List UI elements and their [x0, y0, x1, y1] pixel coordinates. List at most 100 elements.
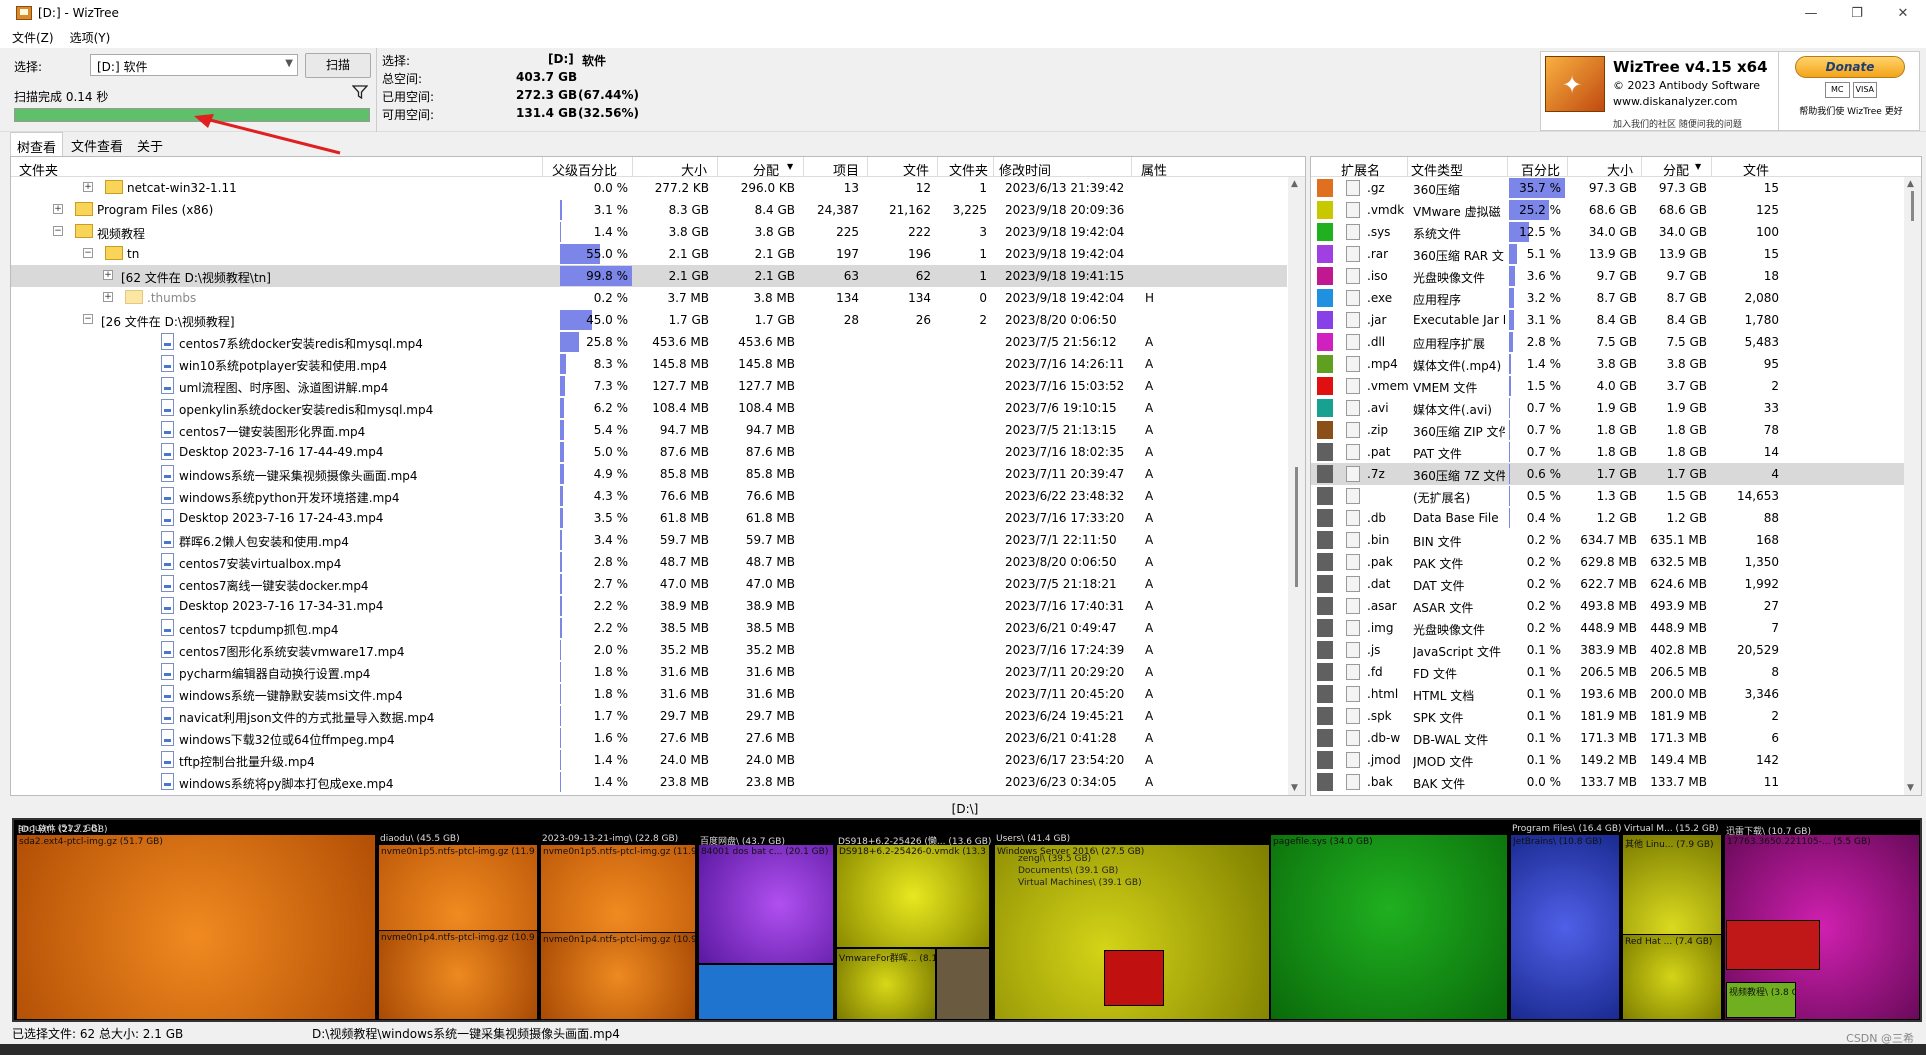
ext-row[interactable]: .mp4 媒体文件(.mp4) 1.4 % 3.8 GB 3.8 GB 95 [1311, 353, 1905, 375]
ext-scrollbar[interactable]: ▲ ▼ [1904, 177, 1921, 795]
scroll-down-icon[interactable]: ▼ [1291, 783, 1298, 793]
ext-row[interactable]: .html HTML 文档 0.1 % 193.6 MB 200.0 MB 3,346 [1311, 683, 1905, 705]
maximize-button[interactable]: ❐ [1834, 0, 1880, 26]
expand-toggle-icon[interactable]: + [83, 182, 93, 192]
tree-row[interactable]: centos7 tcpdump抓包.mp4 2.2 % 38.5 MB 38.5 MB… [11, 617, 1287, 639]
minimize-button[interactable]: — [1788, 0, 1834, 26]
treemap-block[interactable] [698, 964, 834, 1020]
ext-row[interactable]: .db-w DB-WAL 文件 0.1 % 171.3 MB 171.3 MB 6 [1311, 727, 1905, 749]
ext-row[interactable]: .exe 应用程序 3.2 % 8.7 GB 8.7 GB 2,080 [1311, 287, 1905, 309]
tree-row[interactable]: windows下载32位或64位ffmpeg.mp4 1.6 % 27.6 MB 27… [11, 727, 1287, 749]
tree-row[interactable]: Desktop 2023-7-16 17-44-49.mp4 5.0 % 87.6 … [11, 441, 1287, 463]
ext-row[interactable]: .asar ASAR 文件 0.2 % 493.8 MB 493.9 MB 27 [1311, 595, 1905, 617]
treemap-block[interactable] [936, 948, 990, 1020]
tree-row[interactable]: 群晖6.2懒人包安装和使用.mp4 3.4 % 59.7 MB 59.7 MB 2023… [11, 529, 1287, 551]
treemap-block[interactable]: pagefile.sys (34.0 GB) [1270, 834, 1508, 1020]
tree-row[interactable]: windows系统一键静默安装msi文件.mp4 1.8 % 31.6 MB 31.6… [11, 683, 1287, 705]
ext-row[interactable]: .zip 360压缩 ZIP 文件 0.7 % 1.8 GB 1.8 GB 78 [1311, 419, 1905, 441]
menu-file[interactable]: 文件(Z) [12, 29, 54, 46]
ext-row[interactable]: .pak PAK 文件 0.2 % 629.8 MB 632.5 MB 1,350 [1311, 551, 1905, 573]
tab-about[interactable]: 关于 [131, 132, 169, 156]
tree-row[interactable]: windows系统将py脚本打包成exe.mp4 1.4 % 23.8 MB 23.8… [11, 771, 1287, 793]
donate-button[interactable]: Donate [1795, 56, 1905, 78]
brand-url[interactable]: www.diskanalyzer.com [1613, 95, 1738, 108]
tree-row[interactable]: tftp控制台批量升级.mp4 1.4 % 24.0 MB 24.0 MB 2023/6… [11, 749, 1287, 771]
ext-row[interactable]: .pat PAT 文件 0.7 % 1.8 GB 1.8 GB 14 [1311, 441, 1905, 463]
tree-row[interactable]: pycharm编辑器自动换行设置.mp4 1.8 % 31.6 MB 31.6 MB 2… [11, 661, 1287, 683]
expand-toggle-icon[interactable]: − [83, 248, 93, 258]
treemap-block[interactable]: sda2.ext4-ptcl-img.gz (51.7 GB) [16, 834, 376, 1020]
tab-file-view[interactable]: 文件查看 [65, 132, 129, 156]
tree-row[interactable]: centos7离线一键安装docker.mp4 2.7 % 47.0 MB 47.0 … [11, 573, 1287, 595]
ext-row[interactable]: .7z 360压缩 7Z 文件 0.6 % 1.7 GB 1.7 GB 4 [1311, 463, 1905, 485]
ext-row[interactable]: .bak BAK 文件 0.0 % 133.7 MB 133.7 MB 11 [1311, 771, 1905, 793]
tree-row[interactable]: + .thumbs 0.2 % 3.7 MB 3.8 MB 134 134 0 2023/9/1… [11, 287, 1287, 309]
ext-row[interactable]: .db Data Base File 0.4 % 1.2 GB 1.2 GB 88 [1311, 507, 1905, 529]
tree-row[interactable]: uml流程图、时序图、泳道图讲解.mp4 7.3 % 127.7 MB 127.7 M… [11, 375, 1287, 397]
expand-toggle-icon[interactable]: + [103, 292, 113, 302]
tree-row[interactable]: + Program Files (x86) 3.1 % 8.3 GB 8.4 GB 24,… [11, 199, 1287, 221]
ext-row[interactable]: .avi 媒体文件(.avi) 0.7 % 1.9 GB 1.9 GB 33 [1311, 397, 1905, 419]
ext-row[interactable]: .jmod JMOD 文件 0.1 % 149.2 MB 149.4 MB 142 [1311, 749, 1905, 771]
tree-row[interactable]: Desktop 2023-7-16 17-24-43.mp4 3.5 % 61.8 … [11, 507, 1287, 529]
treemap-block[interactable] [1104, 950, 1164, 1006]
treemap-block[interactable]: nvme0n1p4.ntfs-ptcl-img.gz (10.9 GB) [540, 932, 696, 1020]
tree-row[interactable]: centos7图形化系统安装vmware17.mp4 2.0 % 35.2 MB 35… [11, 639, 1287, 661]
tree-row[interactable]: win10系统potplayer安装和使用.mp4 8.3 % 145.8 MB 14… [11, 353, 1287, 375]
scroll-up-icon[interactable]: ▲ [1907, 179, 1914, 189]
expand-toggle-icon[interactable]: + [103, 270, 113, 280]
tree-row[interactable]: centos7一键安装图形化界面.mp4 5.4 % 94.7 MB 94.7 MB 2… [11, 419, 1287, 441]
treemap-block[interactable]: Red Hat ... (7.4 GB) [1622, 934, 1722, 1020]
ext-row[interactable]: .fd FD 文件 0.1 % 206.5 MB 206.5 MB 8 [1311, 661, 1905, 683]
tree-scrollbar[interactable]: ▲ ▼ [1288, 177, 1305, 795]
ext-row[interactable]: .img 光盘映像文件 0.2 % 448.9 MB 448.9 MB 7 [1311, 617, 1905, 639]
ext-row[interactable]: .gz 360压缩 35.7 % 97.3 GB 97.3 GB 15 [1311, 177, 1905, 199]
ext-row[interactable]: .vmdk VMware 虚拟磁 25.2 % 68.6 GB 68.6 GB 125 [1311, 199, 1905, 221]
tree-scroll-thumb[interactable] [1295, 467, 1298, 587]
ext-row[interactable]: .dat DAT 文件 0.2 % 622.7 MB 624.6 MB 1,992 [1311, 573, 1905, 595]
ext-scroll-thumb[interactable] [1911, 191, 1914, 221]
tree-row[interactable]: Desktop 2023-7-16 17-34-31.mp4 2.2 % 38.9 … [11, 595, 1287, 617]
tree-row[interactable]: centos7安装virtualbox.mp4 2.8 % 48.7 MB 48.7 … [11, 551, 1287, 573]
ext-row[interactable]: .sys 系统文件 12.5 % 34.0 GB 34.0 GB 100 [1311, 221, 1905, 243]
treemap-block[interactable]: 视频教程\ (3.8 GB) [1726, 982, 1796, 1018]
scan-button[interactable]: 扫描 [305, 53, 371, 78]
tree-row[interactable]: navicat利用json文件的方式批量导入数据.mp4 1.7 % 29.7 MB… [11, 705, 1287, 727]
tree-row[interactable]: + [62 文件在 D:\视频教程\tn] 99.8 % 2.1 GB 2.1 GB 63… [11, 265, 1287, 287]
ext-row[interactable]: .bin BIN 文件 0.2 % 634.7 MB 635.1 MB 168 [1311, 529, 1905, 551]
treemap-block[interactable]: DS918+6.2-25426-0.vmdk (13.3 GB) [836, 844, 990, 948]
tree-row[interactable]: centos7系统docker安装redis和mysql.mp4 25.8 % 45… [11, 331, 1287, 353]
scroll-up-icon[interactable]: ▲ [1291, 179, 1298, 189]
ext-row[interactable]: .dll 应用程序扩展 2.8 % 7.5 GB 7.5 GB 5,483 [1311, 331, 1905, 353]
treemap-block[interactable]: nvme0n1p4.ntfs-ptcl-img.gz (10.9 GB) [378, 930, 538, 1020]
ext-row[interactable]: .vmem VMEM 文件 1.5 % 4.0 GB 3.7 GB 2 [1311, 375, 1905, 397]
treemap-block[interactable]: JetBrains\ (10.8 GB) [1510, 834, 1620, 1020]
ext-row[interactable]: .js JavaScript 文件 0.1 % 383.9 MB 402.8 MB 20,… [1311, 639, 1905, 661]
expand-toggle-icon[interactable]: − [83, 314, 93, 324]
tree-row[interactable]: − [26 文件在 D:\视频教程] 45.0 % 1.7 GB 1.7 GB 28 26 2… [11, 309, 1287, 331]
tree-row[interactable]: openkylin系统docker安装redis和mysql.mp4 6.2 % 1… [11, 397, 1287, 419]
treemap-block[interactable]: 84001 dos bat c... (20.1 GB) [698, 844, 834, 964]
tree-row[interactable]: windows系统python开发环境搭建.mp4 4.3 % 76.6 MB 76.… [11, 485, 1287, 507]
treemap-block[interactable] [1726, 920, 1820, 970]
scroll-down-icon[interactable]: ▼ [1907, 783, 1914, 793]
treemap-block[interactable]: VmwareFor群晖... (8.1 GB) [836, 948, 936, 1020]
tab-tree-view[interactable]: 树查看 [10, 132, 64, 156]
tree-row[interactable]: windows系统一键采集视频摄像头画面.mp4 4.9 % 85.8 MB 85.8… [11, 463, 1287, 485]
drive-select[interactable]: [D:] 软件 ▼ [90, 54, 298, 76]
close-button[interactable]: ✕ [1880, 0, 1926, 26]
tree-row[interactable]: − tn 55.0 % 2.1 GB 2.1 GB 197 196 1 2023/9/18 19… [11, 243, 1287, 265]
ext-row[interactable]: .jar Executable Jar Fi 3.1 % 8.4 GB 8.4 GB 1,… [1311, 309, 1905, 331]
brand-panel[interactable]: ✦ WizTree v4.15 x64 © 2023 Antibody Soft… [1540, 51, 1782, 131]
treemap[interactable]: sda2.ext4-ptcl-img.gz (51.7 GB) anquan\ (… [12, 818, 1922, 1022]
ext-row[interactable]: .rar 360压缩 RAR 文 5.1 % 13.9 GB 13.9 GB 15 [1311, 243, 1905, 265]
ext-row[interactable]: (无扩展名) 0.5 % 1.3 GB 1.5 GB 14,653 [1311, 485, 1905, 507]
expand-toggle-icon[interactable]: + [53, 204, 63, 214]
tree-row[interactable]: − 视频教程 1.4 % 3.8 GB 3.8 GB 225 222 3 2023/9/18 1… [11, 221, 1287, 243]
expand-toggle-icon[interactable]: − [53, 226, 63, 236]
filter-icon[interactable] [352, 84, 368, 100]
ext-row[interactable]: .spk SPK 文件 0.1 % 181.9 MB 181.9 MB 2 [1311, 705, 1905, 727]
tree-row[interactable]: + netcat-win32-1.11 0.0 % 277.2 KB 296.0 KB 1… [11, 177, 1287, 199]
menu-options[interactable]: 选项(Y) [70, 29, 111, 46]
ext-row[interactable]: .iso 光盘映像文件 3.6 % 9.7 GB 9.7 GB 18 [1311, 265, 1905, 287]
